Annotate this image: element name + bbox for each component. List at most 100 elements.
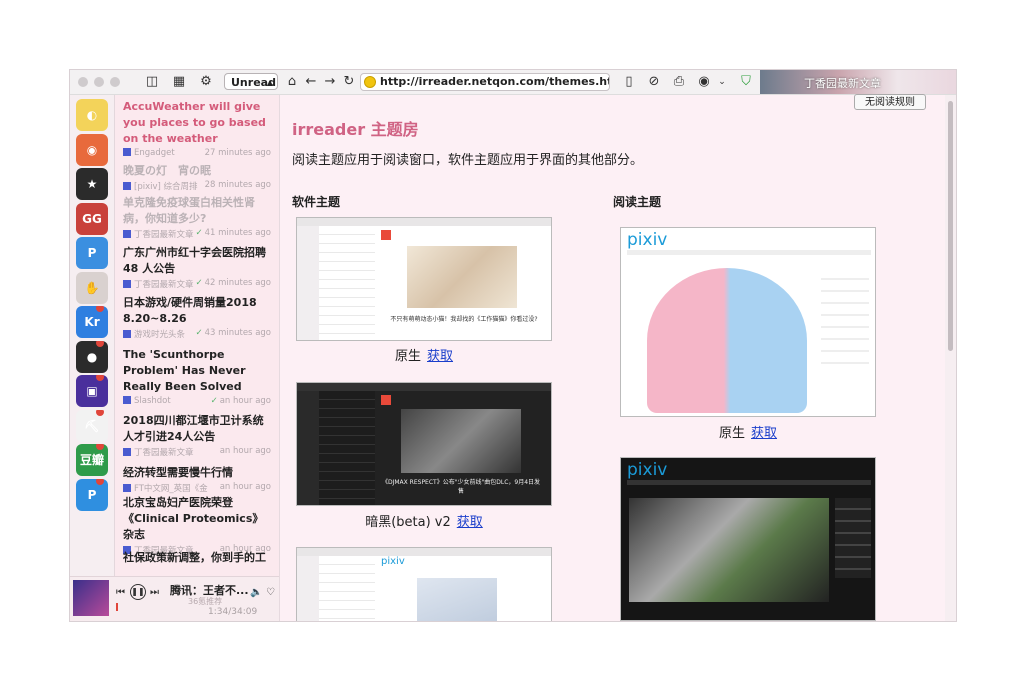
article-title: 经济转型需要慢牛行情 xyxy=(123,466,233,479)
reader-theme-preview-native[interactable]: pixiv xyxy=(620,227,876,417)
volume-icon[interactable]: 🔈 xyxy=(250,587,262,598)
article-source: Engadget xyxy=(134,148,175,158)
chevron-down-icon[interactable]: ⌄ xyxy=(714,74,730,90)
article-source: FT中文网_英国《金 xyxy=(134,484,208,494)
window-zoom-button[interactable] xyxy=(110,77,120,87)
article-title: 北京宝岛妇产医院荣登《Clinical Proteomics》杂志 xyxy=(123,496,264,541)
window-close-button[interactable] xyxy=(78,77,88,87)
feed-icon-star[interactable]: ★ xyxy=(76,168,108,200)
content-pane: irreader 主题房 阅读主题应用于阅读窗口，软件主题应用于界面的其他部分。… xyxy=(280,95,944,621)
url-bar[interactable]: http://irreader.netqon.com/themes.html?_… xyxy=(360,73,610,91)
pause-icon[interactable]: ❚❚ xyxy=(130,584,146,600)
feed-banner: 丁香园最新文章 xyxy=(760,70,956,94)
feed-icon-douban[interactable]: 豆瓣 xyxy=(76,444,108,476)
theme-preview-dark[interactable]: 《DJMAX RESPECT》公布"少女前线"曲包DLC，9月4日发售 xyxy=(296,382,552,506)
sidebar-toggle-icon[interactable]: ◫ xyxy=(144,74,160,90)
article-source: [pixiv] 综合周排 xyxy=(134,182,198,192)
article-time: 43 minutes ago xyxy=(204,328,271,338)
article-meta: 丁香园最新文章 ✓ 42 minutes ago xyxy=(123,277,273,291)
previous-icon[interactable]: ⏮ xyxy=(116,587,125,598)
feed-icon-circle[interactable]: ● xyxy=(76,340,108,373)
article-meta: FT中文网_英国《金 an hour ago xyxy=(123,481,273,495)
feed-icon-gg[interactable]: GG xyxy=(76,202,108,235)
podcast-thumbnail xyxy=(73,580,109,616)
get-theme-link[interactable]: 获取 xyxy=(457,515,483,530)
list-item[interactable]: 经济转型需要慢牛行情 FT中文网_英国《金 an hour ago xyxy=(115,465,279,495)
subscription-icon-column: ◐ ◉ ★ GG P ✋ Kr ● ▣ ⛏ 豆瓣 P xyxy=(70,95,115,621)
feed-icon-podcast[interactable]: ◉ xyxy=(76,133,108,166)
get-theme-link[interactable]: 获取 xyxy=(427,349,453,364)
list-item[interactable]: 2018四川都江堰市卫计系统人才引进24人公告丁香园最新文章 an hour ag… xyxy=(115,413,279,459)
check-icon: ✓ xyxy=(195,328,203,338)
pixiv-logo: pixiv xyxy=(627,230,668,250)
feed-icon-hand[interactable]: ✋ xyxy=(76,271,108,304)
article-time: 41 minutes ago xyxy=(204,228,271,238)
shield-icon[interactable]: ⛉ xyxy=(738,74,754,90)
theme-preview-native[interactable]: 不只有萌萌动态小猫！我却找的《工作猫猫》你看过没? xyxy=(296,217,552,341)
article-meta: 丁香园最新文章 an hour ago xyxy=(123,445,273,459)
player-time: 1:34/34:09 xyxy=(208,607,258,617)
article-title: 单克隆免疫球蛋白相关性肾病，你知道多少? xyxy=(123,196,255,225)
article-time: 27 minutes ago xyxy=(204,148,271,158)
theme-preview-caption: 《DJMAX RESPECT》公布"少女前线"曲包DLC，9月4日发售 xyxy=(381,479,541,495)
list-item[interactable]: 社保政策新调整，你到手的工 xyxy=(115,550,279,566)
home-icon[interactable]: ⌂ xyxy=(284,74,300,90)
progress-bar[interactable] xyxy=(116,603,118,611)
window-minimize-button[interactable] xyxy=(94,77,104,87)
eye-icon[interactable]: ◉ xyxy=(696,74,712,90)
article-time: an hour ago xyxy=(219,396,271,406)
list-item[interactable]: AccuWeather will give you places to go b… xyxy=(115,99,279,161)
article-source: 丁香园最新文章 xyxy=(134,230,194,240)
banner-title: 丁香园最新文章 xyxy=(804,77,881,90)
theme-preview-pixiv[interactable]: pixiv xyxy=(296,547,552,621)
heart-icon[interactable]: ♡ xyxy=(266,587,275,598)
theme-caption-native: 原生 获取 xyxy=(296,345,552,364)
article-meta: 游戏时光头条 ✓ 43 minutes ago xyxy=(123,327,273,341)
article-title: 2018四川都江堰市卫计系统人才引进24人公告 xyxy=(123,414,264,443)
theme-name: 原生 xyxy=(718,426,745,441)
article-title: AccuWeather will give you places to go b… xyxy=(123,100,266,145)
content-scrollbar[interactable] xyxy=(945,95,956,621)
list-item[interactable]: 日本游戏/硬件周销量2018 8.20~8.26 游戏时光头条 ✓ 43 minute… xyxy=(115,295,279,341)
list-item[interactable]: 晚夏の灯 宵の眠 [pixiv] 综合周排 28 minutes ago xyxy=(115,163,279,193)
list-item[interactable]: 单克隆免疫球蛋白相关性肾病，你知道多少? 丁香园最新文章 ✓ 41 minutes a… xyxy=(115,195,279,241)
feed-icon-app-purple[interactable]: ▣ xyxy=(76,375,108,407)
article-meta: [pixiv] 综合周排 28 minutes ago xyxy=(123,179,273,193)
next-icon[interactable]: ⏭ xyxy=(150,587,159,598)
reader-theme-preview-dark[interactable]: pixiv xyxy=(620,457,876,621)
feed-icon-pixiv[interactable]: P xyxy=(76,478,108,511)
source-icon xyxy=(123,448,131,456)
forward-arrow-icon[interactable]: → xyxy=(322,74,338,90)
list-item[interactable]: 广东广州市红十字会医院招聘 48 人公告 丁香园最新文章 ✓ 42 minutes a… xyxy=(115,245,279,291)
theme-name: 原生 xyxy=(394,349,421,364)
source-icon xyxy=(123,396,131,404)
source-icon xyxy=(123,230,131,238)
article-title: 晚夏の灯 宵の眠 xyxy=(123,164,211,177)
share-icon[interactable]: ⎙ xyxy=(671,74,687,90)
list-item[interactable]: The 'Scunthorpe Problem' Has Never Reall… xyxy=(115,347,279,409)
article-meta: Slashdot ✓ an hour ago xyxy=(123,395,273,409)
gear-icon[interactable]: ⚙ xyxy=(198,74,214,90)
feed-icon-tap[interactable]: P xyxy=(76,237,108,269)
player-subtitle: 36氪推荐 xyxy=(188,597,223,606)
compass-icon[interactable]: ⊘ xyxy=(646,74,662,90)
unread-dot xyxy=(96,375,104,381)
feed-icon-accuweather[interactable]: ◐ xyxy=(76,99,108,131)
article-title: 日本游戏/硬件周销量2018 8.20~8.26 xyxy=(123,296,257,325)
feed-icon-runner[interactable]: ⛏ xyxy=(76,409,108,442)
article-source: Slashdot xyxy=(134,396,171,406)
feed-icon-kr[interactable]: Kr xyxy=(76,306,108,338)
get-theme-link[interactable]: 获取 xyxy=(751,426,777,441)
back-arrow-icon[interactable]: ← xyxy=(303,74,319,90)
reader-theme-heading: 阅读主题 xyxy=(613,195,662,209)
site-icon xyxy=(364,76,376,88)
list-item[interactable]: 北京宝岛妇产医院荣登《Clinical Proteomics》杂志 丁香园最新文章… xyxy=(115,495,279,557)
bookmark-icon[interactable]: ▯ xyxy=(621,74,637,90)
article-source: 丁香园最新文章 xyxy=(134,448,194,458)
unread-filter-select[interactable]: Unread ▲ xyxy=(224,73,278,90)
theme-caption-dark: 暗黑(beta) v2 获取 xyxy=(296,511,552,530)
source-icon xyxy=(123,148,131,156)
grid-icon[interactable]: ▦ xyxy=(171,74,187,90)
reload-icon[interactable]: ↻ xyxy=(341,74,357,90)
toolbar: ◫ ▦ ⚙ Unread ▲ ⌂ ← → ↻ http://irreader.n… xyxy=(70,70,956,95)
